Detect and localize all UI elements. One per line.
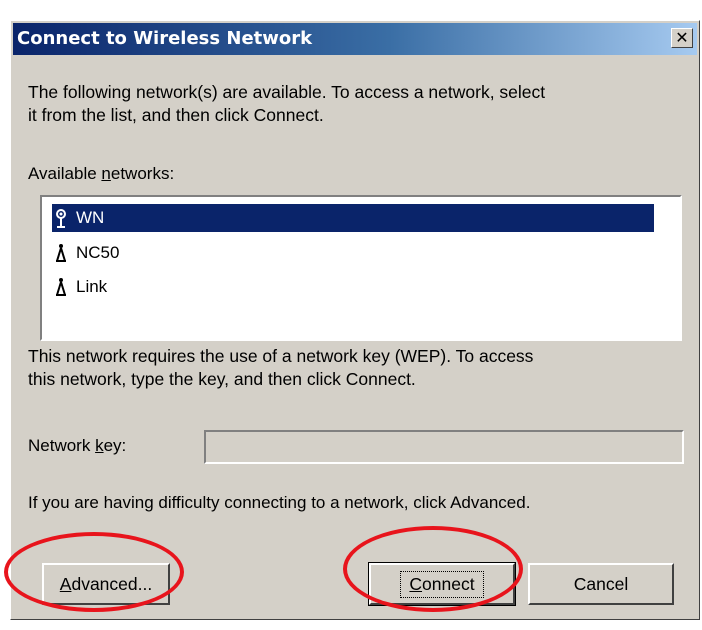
wep-note-line-2: this network, type the key, and then cli… [28, 369, 416, 389]
close-icon: ✕ [675, 28, 689, 47]
connect-wireless-dialog: Connect to Wireless Network ✕ The follow… [10, 20, 700, 620]
connect-button[interactable]: Connect [368, 562, 516, 606]
network-key-label: Network key: [28, 436, 126, 456]
network-item-nc50[interactable]: NC50 [52, 239, 119, 267]
network-item-wn[interactable]: WN [52, 204, 654, 232]
advanced-label: dvanced... [71, 573, 153, 594]
intro-line-2: it from the list, and then click Connect… [28, 105, 324, 125]
close-button[interactable]: ✕ [671, 28, 693, 48]
cancel-button[interactable]: Cancel [528, 563, 674, 605]
key-label-suffix: ey: [103, 436, 127, 455]
title-bar: Connect to Wireless Network ✕ [13, 23, 697, 55]
intro-line-1: The following network(s) are available. … [28, 82, 546, 102]
advanced-note: If you are having difficulty connecting … [28, 493, 531, 512]
network-tower-icon [52, 276, 70, 298]
networks-label-suffix: etworks: [110, 164, 175, 183]
wep-note-line-1: This network requires the use of a netwo… [28, 346, 534, 366]
key-label-prefix: Network [28, 436, 96, 455]
connect-mnemonic: C [409, 573, 423, 594]
connect-label: onnect [422, 573, 475, 594]
advanced-mnemonic: A [59, 573, 72, 594]
advanced-button[interactable]: Advanced... [42, 563, 170, 605]
network-name: Link [76, 277, 108, 296]
network-name: NC50 [76, 243, 120, 262]
available-networks-label: Available networks: [28, 164, 174, 184]
network-item-link[interactable]: Link [52, 273, 107, 301]
intro-text: The following network(s) are available. … [28, 81, 545, 127]
networks-list[interactable]: WN NC50 Link [40, 195, 682, 341]
key-label-mnemonic: k [95, 436, 104, 455]
networks-label-mnemonic: n [101, 164, 111, 183]
network-tower-icon [52, 242, 70, 264]
window-title: Connect to Wireless Network [17, 28, 313, 49]
network-key-field[interactable] [204, 430, 684, 464]
antenna-icon [52, 207, 70, 229]
wep-note: This network requires the use of a netwo… [28, 345, 533, 391]
networks-label-prefix: Available [28, 164, 102, 183]
network-name: WN [76, 208, 105, 227]
